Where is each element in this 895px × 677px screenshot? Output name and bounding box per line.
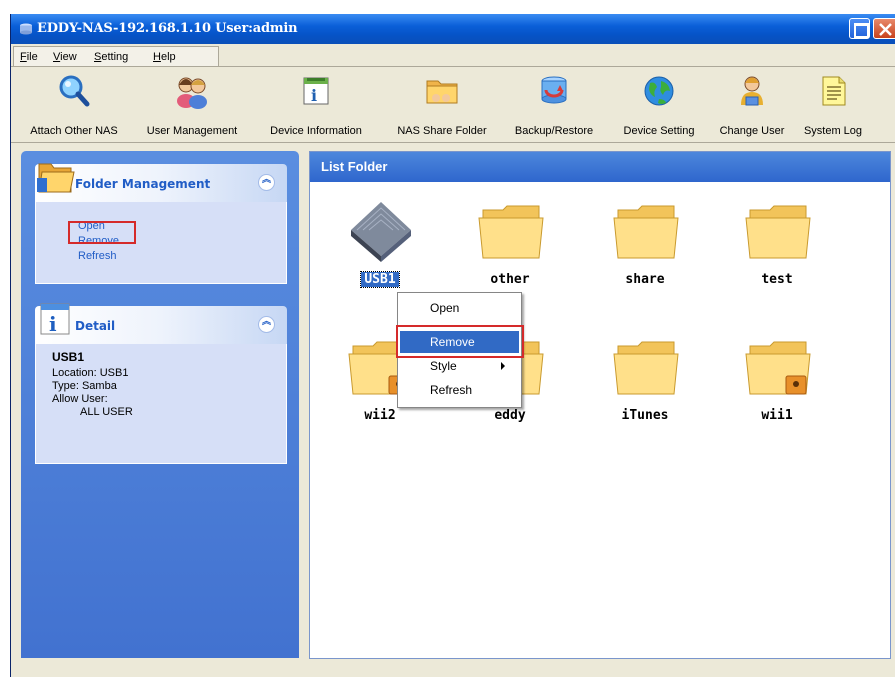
close-button[interactable]: [873, 18, 895, 39]
nas-share-folder-button[interactable]: NAS Share Folder: [380, 71, 504, 139]
system-log-label: System Log: [803, 125, 863, 137]
user-management-label: User Management: [146, 125, 238, 137]
device-setting-button[interactable]: Device Setting: [607, 71, 711, 139]
menu-help-accel: H: [153, 51, 161, 63]
context-refresh-label: Refresh: [430, 383, 473, 397]
close-icon: [879, 23, 892, 36]
device-information-button[interactable]: i Device Information: [255, 71, 377, 139]
folder-icon: [478, 205, 544, 259]
detail-allow-user-value: ALL USER: [80, 406, 133, 418]
info-icon: i: [40, 303, 70, 336]
chevron-up-icon: ︽: [262, 174, 272, 184]
folder-name: iTunes: [621, 408, 669, 423]
context-remove-highlight-box: [396, 325, 524, 358]
toolbar: Attach Other NAS User Management i Devic…: [11, 66, 895, 143]
menu-file-accel: F: [20, 51, 27, 63]
title-bar: EDDY-NAS-192.168.1.10 User:admin: [11, 14, 895, 44]
menu-file-rest: ile: [26, 51, 38, 63]
menu-group: File View Setting Help: [13, 46, 219, 66]
folder-name: eddy: [494, 408, 526, 423]
attach-other-nas-label: Attach Other NAS: [30, 125, 118, 137]
context-open[interactable]: Open: [400, 297, 519, 319]
change-user-icon: [741, 76, 763, 106]
detail-location: Location: USB1: [52, 367, 129, 379]
context-style[interactable]: Style: [400, 355, 519, 377]
detail-allow-user-label: Allow User:: [52, 393, 108, 405]
folder-icon: [613, 341, 679, 395]
globe-icon: [644, 76, 674, 106]
nas-share-folder-label: NAS Share Folder: [397, 125, 487, 137]
detail-name: USB1: [52, 350, 85, 364]
svg-text:i: i: [49, 312, 57, 336]
folder-item-share[interactable]: share: [600, 196, 690, 306]
window-title: EDDY-NAS-192.168.1.10 User:admin: [37, 21, 298, 36]
svg-text:i: i: [311, 86, 317, 105]
change-user-label: Change User: [719, 125, 785, 137]
folder-name: wii1: [761, 408, 793, 423]
usb-drive-icon: [351, 202, 411, 262]
refresh-link[interactable]: Refresh: [78, 250, 117, 262]
detail-title: Detail: [75, 319, 116, 333]
backup-icon: [541, 76, 567, 104]
user-management-button[interactable]: User Management: [135, 71, 249, 139]
folder-management-title: Folder Management: [75, 177, 211, 191]
device-setting-label: Device Setting: [623, 125, 695, 137]
context-style-label: Style: [430, 359, 457, 373]
menu-setting[interactable]: Setting: [94, 51, 128, 63]
menu-file[interactable]: File: [20, 51, 38, 63]
menu-help-rest: elp: [160, 51, 176, 63]
maximize-button[interactable]: [849, 18, 870, 39]
folder-name: test: [761, 272, 793, 287]
share-folder-icon: [426, 80, 458, 104]
device-information-label: Device Information: [270, 125, 362, 137]
folder-item-other[interactable]: other: [465, 196, 555, 306]
submenu-arrow-icon: [501, 362, 505, 370]
context-refresh[interactable]: Refresh: [400, 379, 519, 401]
list-folder-title: List Folder: [321, 159, 388, 174]
device-info-icon: i: [303, 77, 329, 105]
folder-icon: [37, 163, 75, 193]
detail-header[interactable]: i Detail ︽: [35, 303, 287, 344]
folder-name: other: [490, 272, 530, 287]
magnifier-icon: [59, 75, 90, 107]
folder-item-test[interactable]: test: [732, 196, 822, 306]
collapse-button[interactable]: ︽: [258, 174, 275, 191]
locked-folder-icon: [745, 341, 811, 395]
backup-restore-label: Backup/Restore: [514, 125, 594, 137]
list-folder-header: List Folder: [310, 152, 890, 182]
users-icon: [177, 77, 207, 109]
task-pane: Folder Management ︽ Open Remove Refresh …: [21, 151, 299, 658]
folder-management-header[interactable]: Folder Management ︽: [35, 163, 287, 202]
selected-name: USB1: [360, 271, 400, 288]
menu-setting-rest: etting: [101, 51, 129, 63]
menu-view-rest: iew: [60, 51, 77, 63]
status-bar: [11, 662, 895, 677]
folder-name: USB1: [335, 271, 425, 288]
folder-icon: [613, 205, 679, 259]
attach-other-nas-button[interactable]: Attach Other NAS: [17, 71, 131, 139]
log-icon: [822, 76, 846, 106]
detail-type: Type: Samba: [52, 380, 117, 392]
context-open-label: Open: [430, 301, 460, 315]
menu-bar: File View Setting Help: [11, 44, 895, 66]
folder-name: wii2: [364, 408, 396, 423]
folder-item-itunes[interactable]: iTunes: [600, 332, 690, 442]
backup-restore-button[interactable]: Backup/Restore: [504, 71, 604, 139]
change-user-button[interactable]: Change User: [711, 71, 793, 139]
folder-item-usb1[interactable]: USB1: [335, 196, 425, 306]
detail-body: USB1 Location: USB1 Type: Samba Allow Us…: [35, 344, 287, 464]
system-log-button[interactable]: System Log: [795, 71, 871, 139]
folder-icon: [745, 205, 811, 259]
chevron-up-icon: ︽: [262, 316, 272, 326]
collapse-button[interactable]: ︽: [258, 316, 275, 333]
menu-view[interactable]: View: [53, 51, 77, 63]
nas-app-icon: [20, 23, 32, 35]
folder-item-wii1[interactable]: wii1: [732, 332, 822, 442]
detail-group: i Detail ︽ USB1 Location: USB1 Type: Sam…: [35, 303, 287, 466]
folder-name: share: [625, 272, 665, 287]
menu-help[interactable]: Help: [153, 51, 176, 63]
remove-highlight-box: [68, 221, 136, 244]
